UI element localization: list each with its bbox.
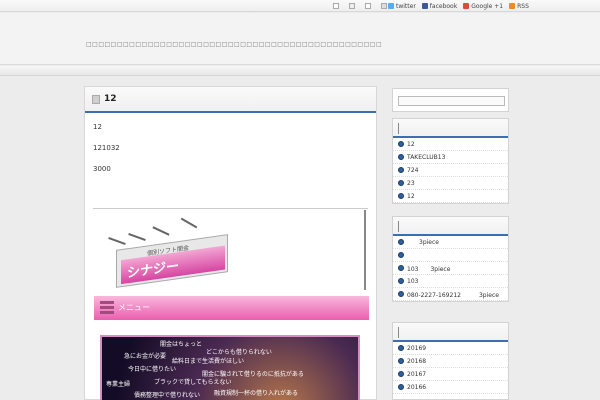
poster-line: 今日中に借りたい — [128, 366, 177, 373]
article-title-bar: 12 — [85, 87, 376, 113]
facebook-link[interactable]: facebook — [421, 3, 457, 10]
mail-icon[interactable] — [365, 3, 371, 9]
poster-line: 融資規制一杯の借り入れがある — [214, 390, 299, 397]
header-bar — [398, 327, 399, 338]
site-description: □□□□□□□□□□□□□□□□□□□□□□□□□□□□□□□□□□□□□□□□… — [86, 41, 383, 48]
search-widget — [392, 88, 509, 112]
menu-label: メニュー — [118, 303, 150, 312]
bullet-icon — [398, 167, 404, 173]
sidebar-box-header — [393, 217, 508, 236]
bullet-icon — [398, 141, 404, 147]
bullet-icon — [398, 278, 404, 284]
bullet-icon — [398, 180, 404, 186]
post-icon — [92, 94, 100, 104]
twitter-icon — [388, 3, 394, 9]
poster-line: どこからも借りられない — [206, 349, 272, 356]
site-header: □□□□□□□□□□□□□□□□□□□□□□□□□□□□□□□□□□□□□□□□… — [0, 13, 600, 65]
bullet-icon — [398, 371, 404, 377]
google-plus-icon — [463, 3, 470, 9]
header-bar — [398, 123, 399, 134]
bullet-icon — [398, 384, 404, 390]
nav-bar — [0, 66, 600, 76]
sidebar-link[interactable]: 20169 — [393, 342, 508, 355]
poster-line: 債務整理中で借りれない — [134, 392, 201, 399]
sidebar-box-header — [393, 323, 508, 342]
sidebar-link[interactable]: 103 3piece — [393, 262, 508, 275]
article-line: 3000 — [93, 165, 111, 173]
poster-line: 専業主婦 — [106, 381, 131, 388]
sitemap-icon[interactable] — [381, 3, 387, 9]
user-icon[interactable] — [349, 3, 355, 9]
sidebar-link[interactable]: 23 — [393, 177, 508, 190]
search-input[interactable] — [398, 96, 505, 106]
sidebar-box-header — [393, 119, 508, 138]
sidebar-link[interactable]: 080-2227-169212 3piece — [393, 288, 508, 301]
sidebar-link[interactable]: 20167 — [393, 368, 508, 381]
sidebar-link[interactable]: 20168 — [393, 355, 508, 368]
poster-line: 給料日まで生活費がほしい — [172, 358, 245, 365]
ad-poster[interactable]: 闇金はちょっと どこからも借りられない 急にお金が必要 給料日まで生活費がほしい… — [100, 335, 360, 400]
bullet-icon — [398, 265, 404, 271]
divider — [93, 208, 368, 209]
sidebar-box-recent: 12 TAKECLUB13 724 23 12 — [392, 118, 509, 204]
sidebar-link[interactable]: 12 — [393, 138, 508, 151]
twitter-link[interactable]: twitter — [388, 3, 416, 10]
sidebar-link[interactable] — [393, 249, 508, 262]
sidebar-link[interactable]: 103 — [393, 275, 508, 288]
bullet-icon — [398, 193, 404, 199]
bullet-icon — [398, 239, 404, 245]
sidebar-box-comments: 3piece 103 3piece 103 080-2227-169212 3p… — [392, 216, 509, 302]
article-line: 121032 — [93, 144, 120, 152]
article-title[interactable]: 12 — [104, 94, 117, 104]
sidebar-link[interactable]: TAKECLUB13 — [393, 151, 508, 164]
article-line: 12 — [93, 123, 102, 131]
bullet-icon — [398, 345, 404, 351]
bullet-icon — [398, 291, 404, 297]
sidebar-link[interactable]: 12 — [393, 190, 508, 203]
rss-icon — [509, 3, 516, 9]
sidebar-link[interactable]: 724 — [393, 164, 508, 177]
header-bar — [398, 221, 399, 232]
poster-line: ブラックで貸してもらえない — [154, 379, 232, 386]
menu-banner[interactable]: メニュー — [94, 296, 369, 320]
google-plus-link[interactable]: Google +1 — [463, 3, 503, 10]
sidebar-link[interactable]: 20166 — [393, 381, 508, 394]
rss-link[interactable]: RSS — [509, 3, 529, 10]
sidebar-box-archives: 20169 20168 20167 20166 — [392, 322, 509, 400]
home-icon[interactable] — [333, 3, 339, 9]
bullet-icon — [398, 154, 404, 160]
top-bar: twitter facebook Google +1 RSS — [0, 0, 600, 12]
bullet-icon — [398, 358, 404, 364]
social-links: twitter facebook Google +1 RSS — [388, 1, 529, 11]
poster-line: 闇金はちょっと — [160, 341, 203, 348]
facebook-icon — [421, 3, 428, 9]
scrollbar[interactable] — [364, 210, 366, 290]
menu-icon — [100, 301, 114, 315]
poster-line: 急にお金が必要 — [124, 353, 167, 360]
bullet-icon — [398, 252, 404, 258]
sidebar-link[interactable]: 3piece — [393, 236, 508, 249]
